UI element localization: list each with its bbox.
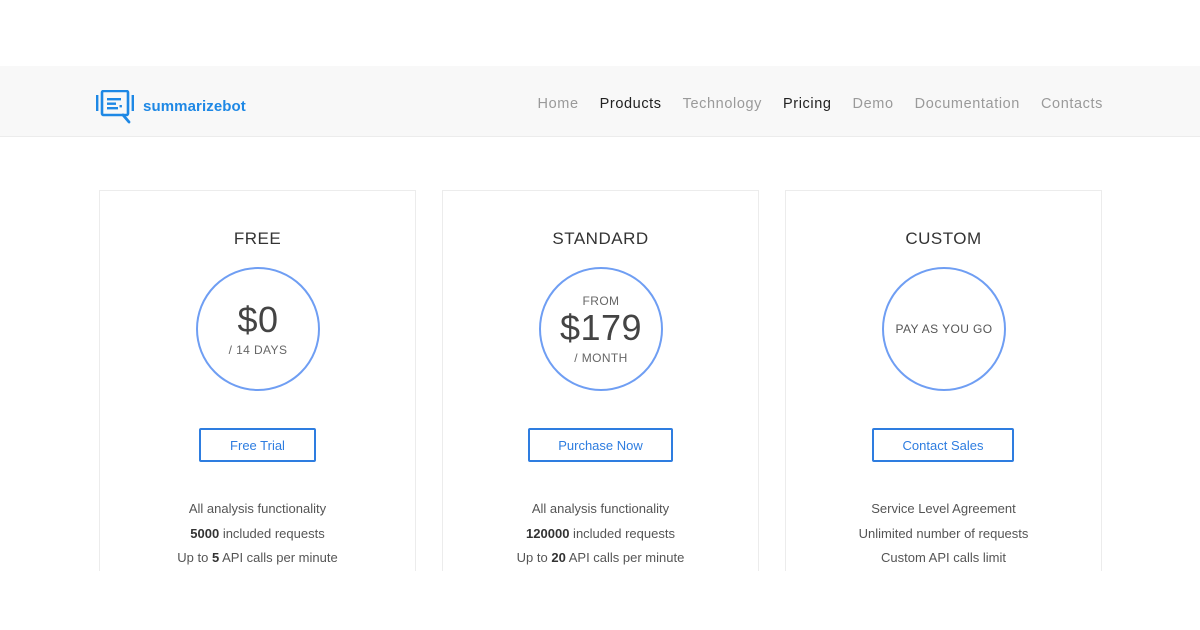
feature-item: 5000 included requests bbox=[190, 525, 325, 541]
pricing-card-standard: STANDARD FROM $179 / MONTH Purchase Now … bbox=[442, 190, 759, 571]
plan-period: / 14 DAYS bbox=[228, 343, 288, 357]
feature-item: Custom API calls limit bbox=[881, 550, 1006, 565]
plan-name: CUSTOM bbox=[905, 229, 982, 248]
plan-name: FREE bbox=[233, 229, 282, 248]
feature-item: Up to 20 API calls per minute bbox=[516, 550, 685, 565]
feature-item: Service Level Agreement bbox=[871, 501, 1016, 516]
nav-home[interactable]: Home bbox=[538, 96, 579, 112]
pricing-card-custom: CUSTOM PAY AS YOU GO Contact Sales Servi… bbox=[785, 190, 1102, 571]
header-bar: summarizebot Home Products Technology Pr… bbox=[0, 66, 1200, 137]
feature-item: Up to 5 API calls per minute bbox=[177, 550, 338, 565]
pricing-card-free: FREE $0 / 14 DAYS Free Trial All analysi… bbox=[99, 190, 416, 571]
price-circle: PAY AS YOU GO bbox=[882, 267, 1006, 391]
feature-item: All analysis functionality bbox=[188, 501, 327, 516]
plan-price-text: PAY AS YOU GO bbox=[895, 322, 993, 336]
plan-price: $0 bbox=[237, 299, 279, 340]
feature-item: All analysis functionality bbox=[531, 501, 670, 516]
logo[interactable]: summarizebot bbox=[95, 90, 246, 126]
plan-price: $179 bbox=[559, 306, 643, 348]
nav-documentation[interactable]: Documentation bbox=[915, 96, 1020, 112]
nav-technology[interactable]: Technology bbox=[683, 96, 762, 112]
feature-item: Unlimited number of requests bbox=[858, 525, 1029, 541]
nav-contacts[interactable]: Contacts bbox=[1041, 96, 1103, 112]
feature-list: Service Level Agreement Unlimited number… bbox=[786, 501, 1101, 575]
main-nav: Home Products Technology Pricing Demo Do… bbox=[538, 96, 1103, 112]
price-circle: FROM $179 / MONTH bbox=[539, 267, 663, 391]
purchase-now-button[interactable]: Purchase Now bbox=[528, 428, 673, 462]
feature-item: 120000 included requests bbox=[526, 525, 675, 541]
nav-demo[interactable]: Demo bbox=[853, 96, 894, 112]
free-trial-button[interactable]: Free Trial bbox=[199, 428, 316, 462]
nav-pricing[interactable]: Pricing bbox=[783, 96, 832, 112]
feature-list: All analysis functionality 120000 includ… bbox=[443, 501, 758, 575]
price-prefix: FROM bbox=[582, 293, 620, 308]
nav-products[interactable]: Products bbox=[600, 96, 662, 112]
plan-period: / MONTH bbox=[574, 350, 628, 365]
price-circle: $0 / 14 DAYS bbox=[196, 267, 320, 391]
contact-sales-button[interactable]: Contact Sales bbox=[872, 428, 1014, 462]
plan-name: STANDARD bbox=[552, 229, 649, 248]
summarizebot-logo-icon bbox=[96, 90, 134, 124]
feature-list: All analysis functionality 5000 included… bbox=[100, 501, 415, 575]
logo-text: summarizebot bbox=[143, 97, 246, 115]
